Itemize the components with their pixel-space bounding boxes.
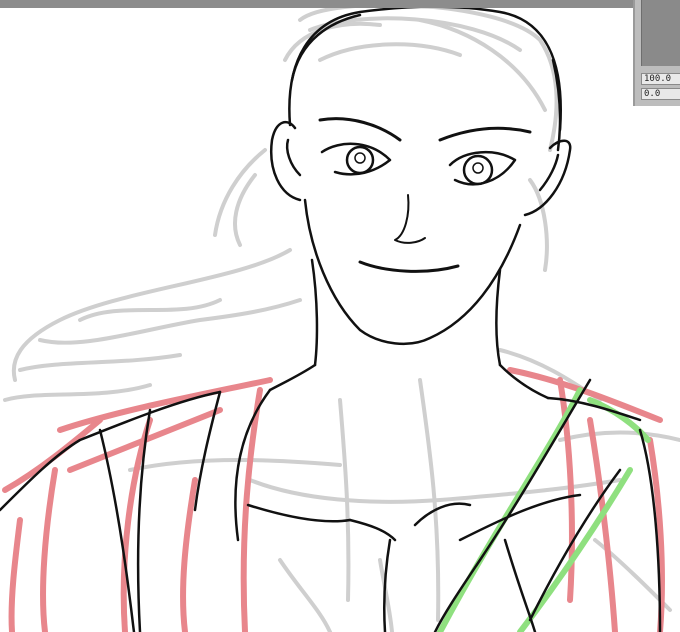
opacity-input[interactable]: 100.0 — [641, 73, 680, 85]
canvas-artwork — [0, 2, 680, 632]
drawing-canvas[interactable]: 100.0 0.0 — [0, 0, 680, 632]
window-top-bar — [0, 0, 640, 8]
panel-preview-thumbnail — [641, 0, 680, 66]
sketch-layer — [3, 2, 680, 632]
strap-color-layer — [437, 387, 651, 632]
blur-input[interactable]: 0.0 — [641, 88, 680, 100]
brush-settings-panel: 100.0 0.0 — [633, 0, 680, 106]
clothing-color-layer — [2, 367, 665, 632]
lineart-layer — [0, 5, 662, 632]
